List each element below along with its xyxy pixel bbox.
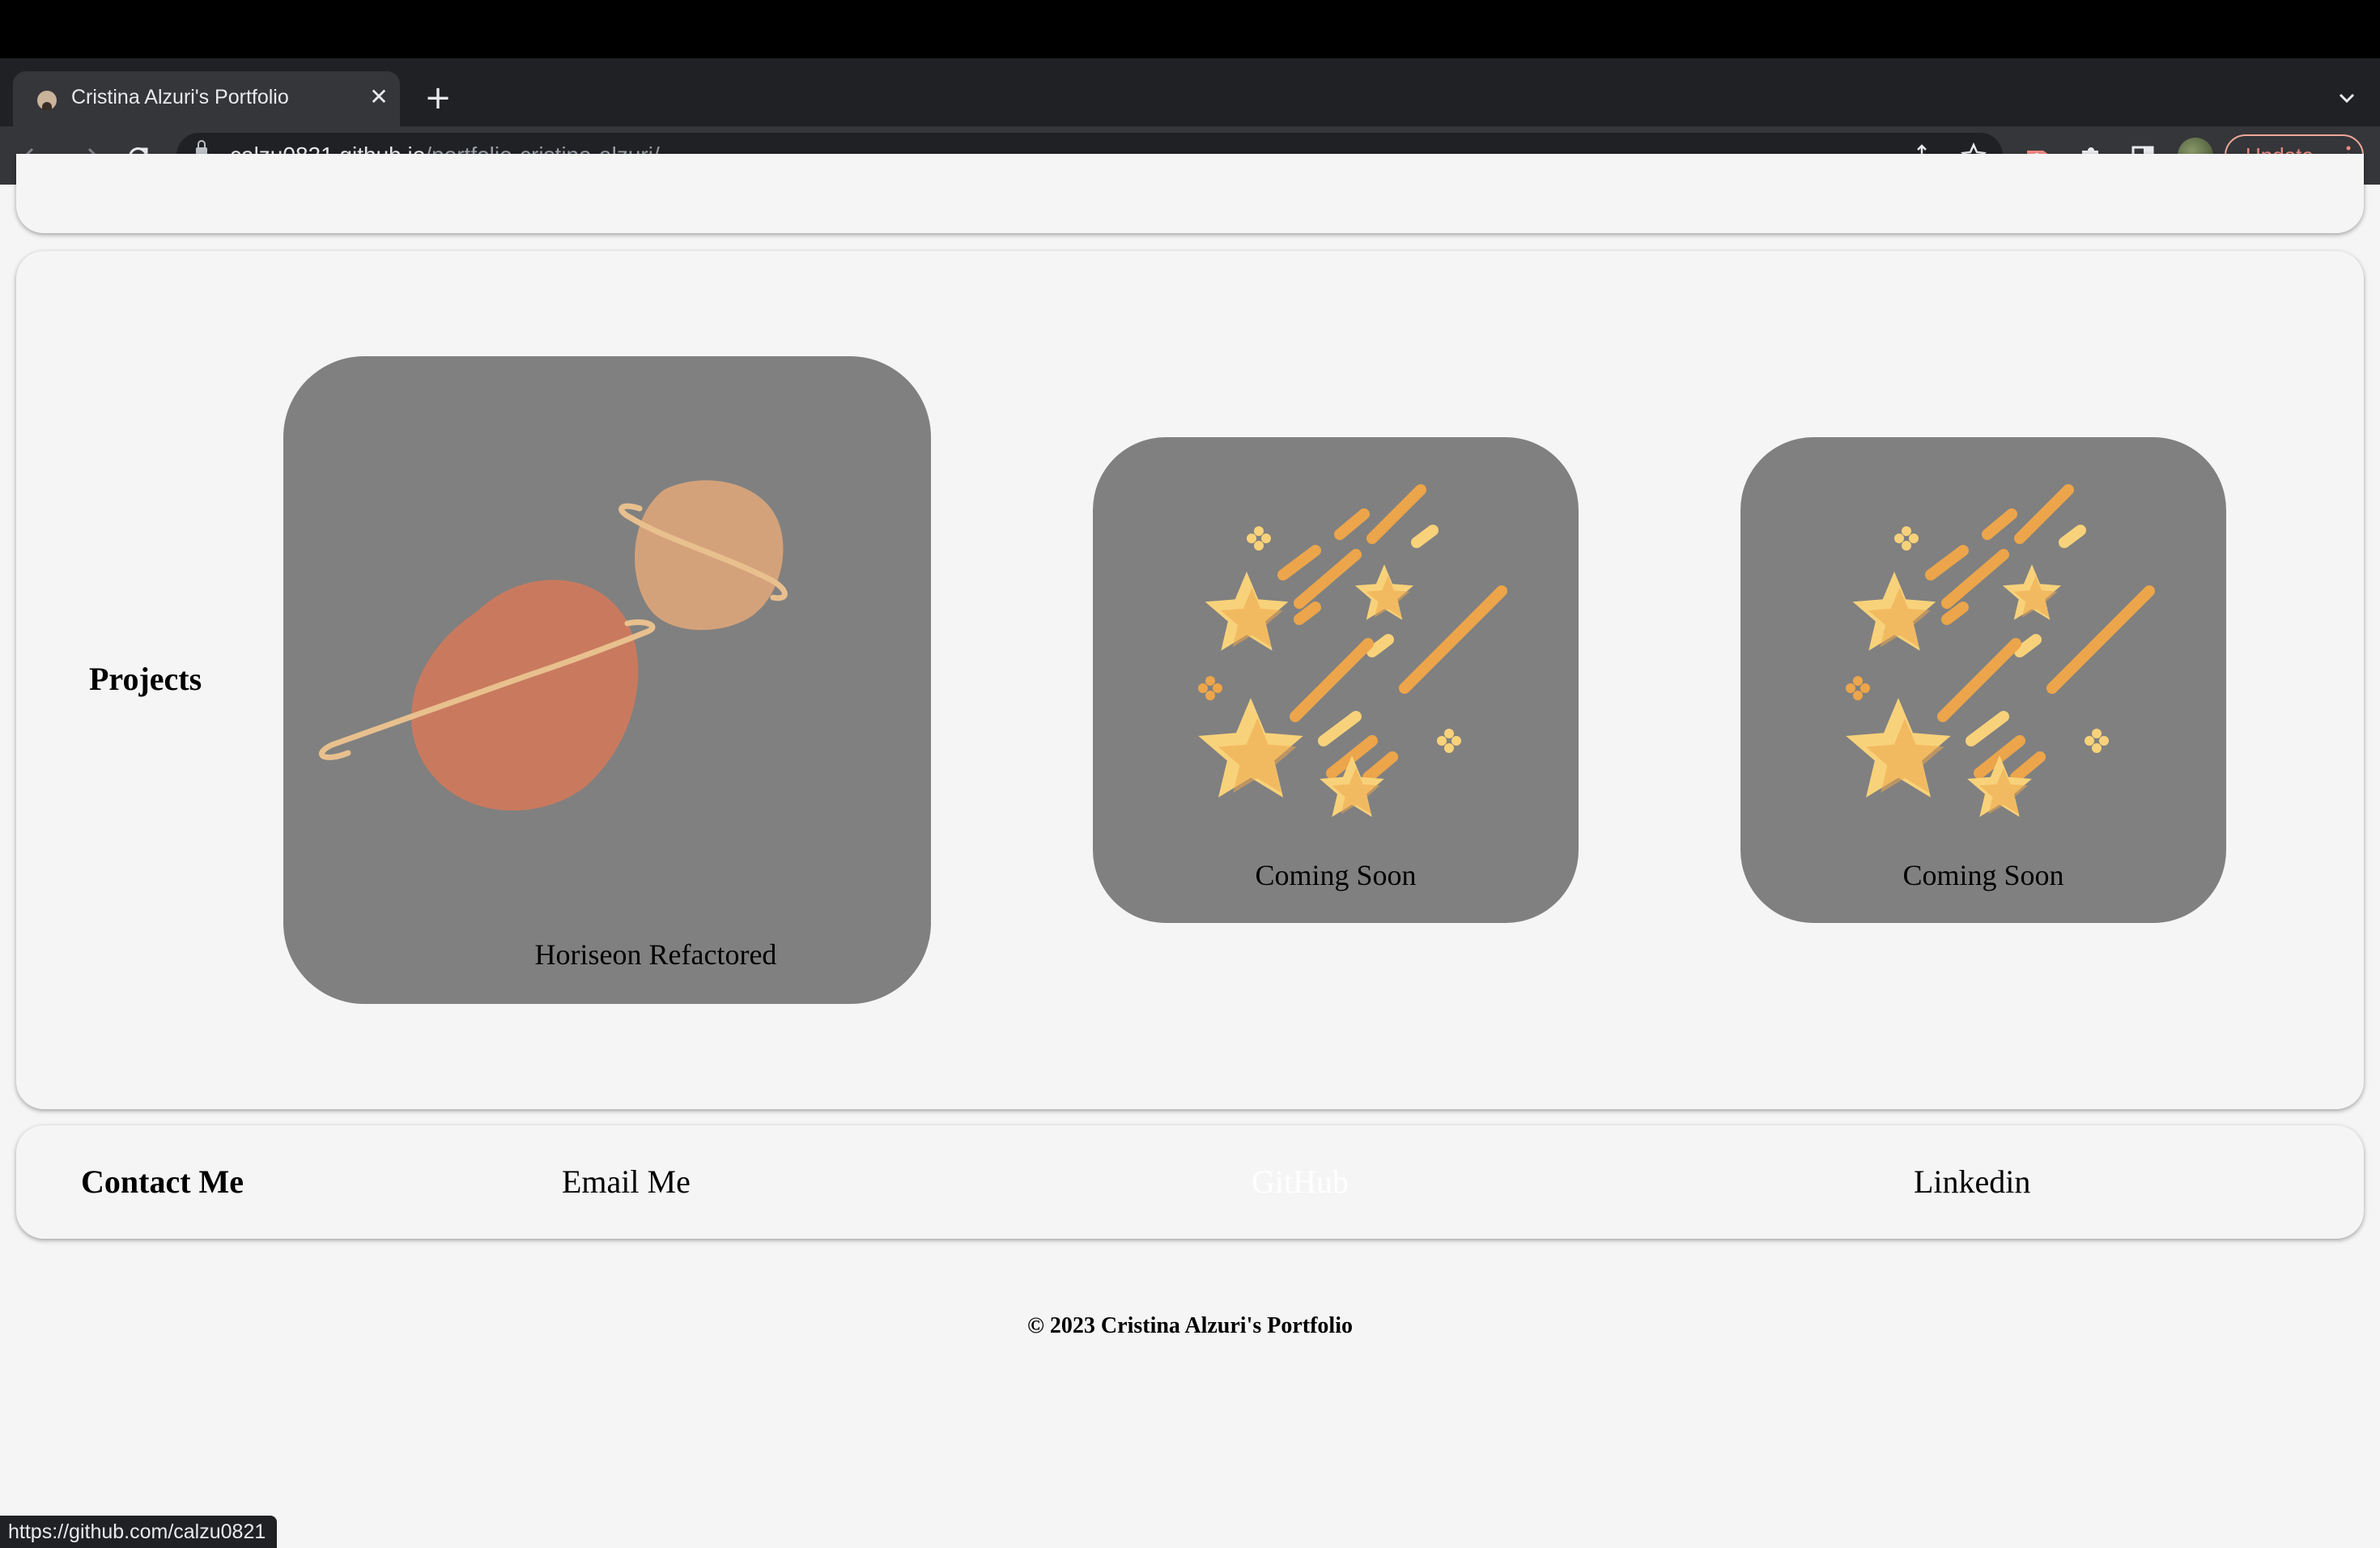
new-tab-icon[interactable]: + — [419, 79, 457, 117]
project-card-horiseon[interactable]: Horiseon Refactored — [283, 356, 931, 1004]
shooting-stars-icon — [1846, 484, 2155, 817]
tab-favicon-icon — [37, 91, 57, 110]
contact-section: Contact Me Email Me GitHub Linkedin — [16, 1125, 2364, 1239]
close-tab-icon[interactable]: ✕ — [363, 81, 395, 113]
os-top-bar — [0, 0, 2380, 58]
planets-illustration-icon — [318, 480, 788, 811]
browser-tab[interactable]: Cristina Alzuri's Portfolio ✕ — [13, 71, 400, 126]
email-link[interactable]: Email Me — [562, 1163, 691, 1201]
link-status-bubble: https://github.com/calzu0821 — [0, 1516, 278, 1548]
tab-search-chevron-icon[interactable] — [2328, 79, 2365, 117]
project-label: Coming Soon — [1902, 859, 2064, 891]
footer-copyright: © 2023 Cristina Alzuri's Portfolio — [1027, 1313, 1353, 1338]
github-link[interactable]: GitHub — [1252, 1163, 1349, 1201]
shooting-stars-icon — [1198, 484, 1507, 817]
project-label: Horiseon Refactored — [534, 938, 777, 971]
projects-title: Projects — [89, 661, 202, 697]
linkedin-link[interactable]: Linkedin — [1914, 1163, 2030, 1201]
project-label: Coming Soon — [1255, 859, 1417, 891]
contact-title: Contact Me — [81, 1163, 244, 1200]
previous-section-card — [16, 154, 2364, 233]
tab-title: Cristina Alzuri's Portfolio — [71, 86, 289, 108]
projects-section: Projects Horiseon Refactored Coming Soon… — [16, 251, 2364, 1109]
project-card-coming-soon-1[interactable]: Coming Soon — [1093, 437, 1579, 923]
project-card-coming-soon-2[interactable]: Coming Soon — [1740, 437, 2226, 923]
